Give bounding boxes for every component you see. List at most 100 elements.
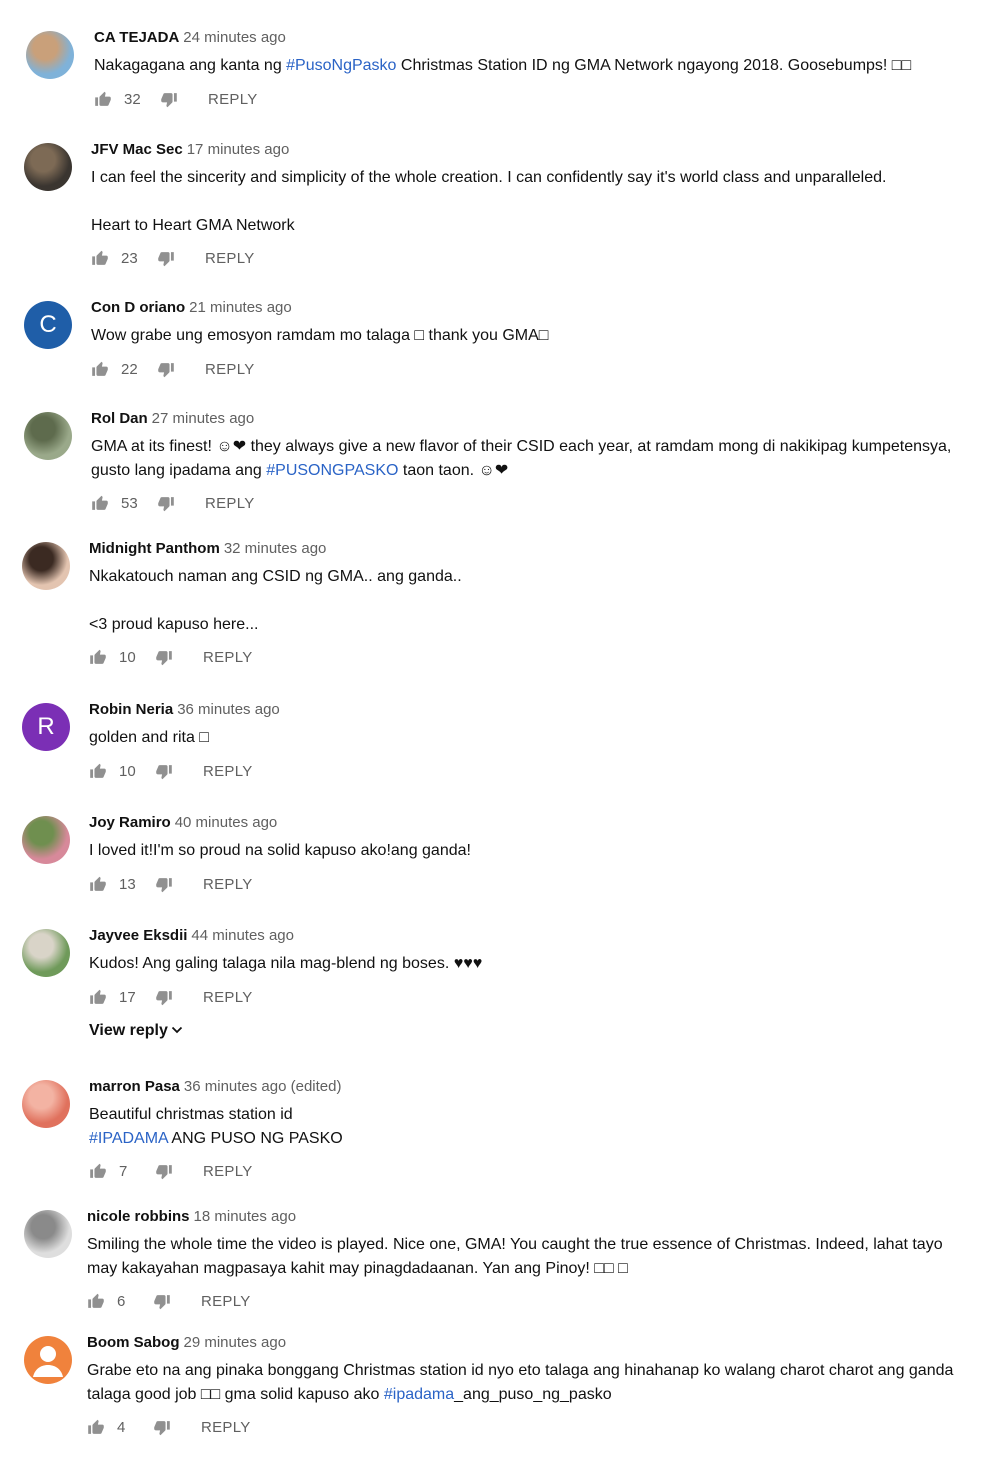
avatar[interactable]: R: [22, 703, 70, 751]
reply-button[interactable]: REPLY: [203, 986, 253, 1010]
dislike-icon[interactable]: [155, 646, 175, 670]
comment-timestamp[interactable]: 36 minutes ago: [177, 701, 280, 718]
author-name[interactable]: JFV Mac Sec: [91, 141, 183, 158]
like-icon[interactable]: [89, 760, 109, 784]
text-segment: _ang_puso_ng_pasko: [454, 1385, 612, 1403]
avatar[interactable]: [22, 542, 70, 590]
like-icon[interactable]: [87, 1416, 107, 1440]
comment-timestamp[interactable]: 36 minutes ago (edited): [184, 1078, 342, 1095]
text-segment: Heart to Heart GMA Network: [91, 216, 295, 234]
text-segment: Christmas Station ID ng GMA Network ngay…: [396, 57, 912, 74]
like-count: 13: [119, 875, 136, 893]
reply-button[interactable]: REPLY: [203, 760, 253, 784]
comment-text: I loved it!I'm so proud na solid kapuso …: [89, 839, 980, 863]
author-name[interactable]: Rol Dan: [91, 410, 148, 427]
avatar[interactable]: [26, 31, 74, 79]
avatar[interactable]: [24, 1336, 72, 1384]
author-name[interactable]: nicole robbins: [87, 1208, 190, 1225]
like-icon[interactable]: [91, 358, 111, 382]
author-name[interactable]: Robin Neria: [89, 701, 173, 718]
author-name[interactable]: CA TEJADA: [94, 29, 179, 46]
comment-timestamp[interactable]: 24 minutes ago: [183, 29, 286, 46]
text-segment: ANG PUSO NG PASKO: [167, 1129, 343, 1147]
hashtag-link[interactable]: #ipadama: [384, 1386, 454, 1403]
like-icon[interactable]: [91, 492, 111, 516]
hashtag-link[interactable]: #IPADAMA: [89, 1130, 168, 1147]
comment-timestamp[interactable]: 18 minutes ago: [194, 1208, 297, 1225]
comment-body: Con D oriano 21 minutes ago Wow grabe ung …: [91, 298, 980, 382]
reply-button[interactable]: REPLY: [205, 492, 255, 516]
avatar[interactable]: [24, 412, 72, 460]
comment-actions: 17 REPLY: [89, 986, 980, 1010]
default-user-icon: [33, 1346, 63, 1377]
like-icon[interactable]: [89, 1160, 109, 1184]
author-name[interactable]: Jayvee Eksdii: [89, 927, 187, 944]
author-name[interactable]: marron Pasa: [89, 1078, 180, 1095]
dislike-icon[interactable]: [155, 1160, 175, 1184]
author-name[interactable]: Joy Ramiro: [89, 814, 171, 831]
avatar[interactable]: [22, 1080, 70, 1128]
like-icon[interactable]: [87, 1290, 107, 1314]
comment-timestamp[interactable]: 27 minutes ago: [152, 410, 255, 427]
reply-button[interactable]: REPLY: [203, 646, 253, 670]
reply-button[interactable]: REPLY: [205, 358, 255, 382]
text-segment: Nkakatouch naman ang CSID ng GMA.. ang g…: [89, 568, 462, 585]
dislike-icon[interactable]: [155, 873, 175, 897]
reply-button[interactable]: REPLY: [205, 247, 255, 271]
like-icon[interactable]: [91, 247, 111, 271]
avatar[interactable]: [22, 816, 70, 864]
dislike-icon[interactable]: [153, 1290, 173, 1314]
reply-button[interactable]: REPLY: [201, 1416, 251, 1440]
dislike-icon[interactable]: [160, 88, 180, 112]
dislike-icon[interactable]: [155, 760, 175, 784]
comment-paragraph: I loved it!I'm so proud na solid kapuso …: [89, 839, 980, 863]
dislike-icon[interactable]: [157, 247, 177, 271]
hashtag-link[interactable]: #PUSONGPASKO: [266, 462, 398, 479]
comment-timestamp[interactable]: 17 minutes ago: [187, 141, 290, 158]
reply-button[interactable]: REPLY: [203, 1160, 253, 1184]
comment-timestamp[interactable]: 32 minutes ago: [224, 540, 327, 557]
like-count: 7: [119, 1163, 128, 1180]
author-name[interactable]: Con D oriano: [91, 299, 185, 316]
avatar[interactable]: [22, 929, 70, 977]
reply-button[interactable]: REPLY: [208, 88, 258, 112]
comment-paragraph: Smiling the whole time the video is play…: [87, 1233, 980, 1280]
comment-paragraph: Nakagagana ang kanta ng #PusoNgPasko Chr…: [94, 54, 980, 78]
reply-button[interactable]: REPLY: [201, 1290, 251, 1314]
comment-actions: 13 REPLY: [89, 873, 980, 897]
comment-actions: 4 REPLY: [87, 1416, 980, 1440]
avatar[interactable]: [24, 143, 72, 191]
hashtag-link[interactable]: #PusoNgPasko: [286, 57, 396, 74]
comment-timestamp[interactable]: 29 minutes ago: [184, 1334, 287, 1351]
comment-header: nicole robbins 18 minutes ago: [87, 1207, 980, 1227]
dislike-icon[interactable]: [157, 492, 177, 516]
author-name[interactable]: Midnight Panthom: [89, 540, 220, 557]
comment-actions: 53 REPLY: [91, 492, 980, 516]
avatar[interactable]: C: [24, 301, 72, 349]
text-segment: GMA at its finest! ☺❤ they always give a…: [91, 438, 952, 479]
comment-timestamp[interactable]: 40 minutes ago: [175, 814, 278, 831]
like-icon[interactable]: [89, 986, 109, 1010]
comment-timestamp[interactable]: 21 minutes ago: [189, 299, 292, 316]
dislike-icon[interactable]: [155, 986, 175, 1010]
comment-paragraph: Heart to Heart GMA Network: [91, 214, 980, 238]
avatar[interactable]: [24, 1210, 72, 1258]
text-segment: taon taon. ☺❤: [398, 461, 509, 479]
comment-body: Robin Neria 36 minutes ago golden and rita…: [89, 700, 980, 784]
dislike-icon[interactable]: [157, 358, 177, 382]
like-count: 17: [119, 988, 136, 1006]
comment-paragraph: <3 proud kapuso here...: [89, 613, 980, 637]
like-icon[interactable]: [89, 873, 109, 897]
comment-text: Grabe eto na ang pinaka bonggang Christm…: [87, 1359, 980, 1406]
comment-timestamp[interactable]: 44 minutes ago: [191, 927, 294, 944]
comment-body: Rol Dan 27 minutes ago GMA at its finest! …: [91, 409, 980, 516]
like-icon[interactable]: [89, 646, 109, 670]
view-reply-button[interactable]: View reply: [89, 1022, 980, 1040]
like-icon[interactable]: [94, 88, 114, 112]
dislike-icon[interactable]: [153, 1416, 173, 1440]
comment-text: Nakagagana ang kanta ng #PusoNgPasko Chr…: [94, 54, 980, 78]
author-name[interactable]: Boom Sabog: [87, 1334, 180, 1351]
comment-header: Boom Sabog 29 minutes ago: [87, 1333, 980, 1353]
reply-button[interactable]: REPLY: [203, 873, 253, 897]
comment-body: marron Pasa 36 minutes ago (edited) Beauti…: [89, 1077, 980, 1184]
